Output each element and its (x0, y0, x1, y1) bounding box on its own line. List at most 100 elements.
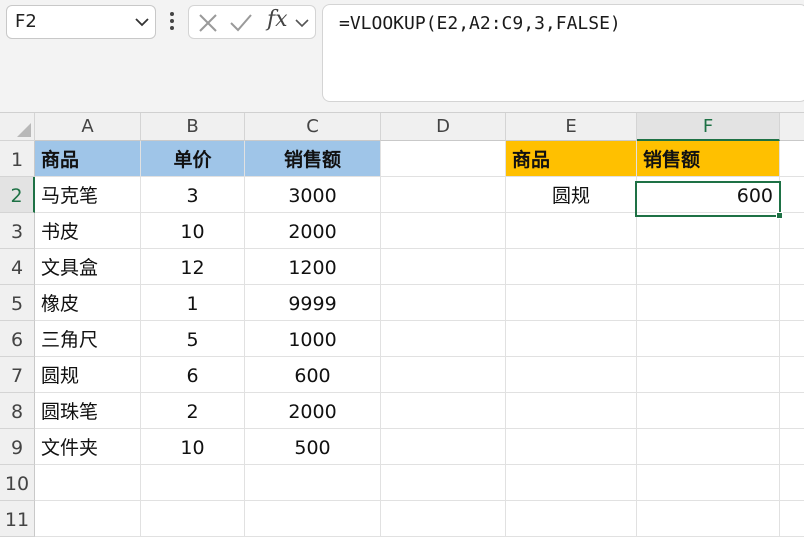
cell-f7[interactable] (637, 357, 780, 393)
name-box[interactable]: F2 (6, 5, 156, 39)
row-header-7[interactable]: 7 (0, 357, 35, 393)
row-header-9[interactable]: 9 (0, 429, 35, 465)
cell-a11[interactable] (35, 501, 141, 537)
cell-d2[interactable] (381, 177, 506, 213)
cell-f3[interactable] (637, 213, 780, 249)
cell-f2[interactable]: 600 (637, 177, 780, 213)
cell-b1[interactable]: 单价 (141, 141, 245, 177)
cell-d5[interactable] (381, 285, 506, 321)
cell-g4[interactable] (780, 249, 804, 285)
cell-b11[interactable] (141, 501, 245, 537)
cell-b2[interactable]: 3 (141, 177, 245, 213)
cell-f11[interactable] (637, 501, 780, 537)
cell-a6[interactable]: 三角尺 (35, 321, 141, 357)
row-header-6[interactable]: 6 (0, 321, 35, 357)
column-header-e[interactable]: E (506, 113, 637, 141)
cell-b10[interactable] (141, 465, 245, 501)
row-header-3[interactable]: 3 (0, 213, 35, 249)
cell-g9[interactable] (780, 429, 804, 465)
chevron-down-icon[interactable] (133, 12, 151, 32)
column-header-a[interactable]: A (35, 113, 141, 141)
cell-g10[interactable] (780, 465, 804, 501)
insert-function-button[interactable]: fx (267, 7, 288, 32)
cell-e9[interactable] (506, 429, 637, 465)
cell-a4[interactable]: 文具盒 (35, 249, 141, 285)
cell-e3[interactable] (506, 213, 637, 249)
row-header-8[interactable]: 8 (0, 393, 35, 429)
column-header-g[interactable] (780, 113, 804, 141)
worksheet-grid[interactable]: A B C D E F 1 2 3 4 5 6 7 8 9 10 11 商品 单… (0, 112, 804, 545)
cell-c4[interactable]: 1200 (245, 249, 381, 285)
cell-d1[interactable] (381, 141, 506, 177)
more-options-icon[interactable] (166, 9, 178, 33)
cell-f8[interactable] (637, 393, 780, 429)
cell-a7[interactable]: 圆规 (35, 357, 141, 393)
cell-e1[interactable]: 商品 (506, 141, 637, 177)
cell-e11[interactable] (506, 501, 637, 537)
row-header-2[interactable]: 2 (0, 177, 35, 213)
column-header-f[interactable]: F (637, 113, 780, 141)
row-header-11[interactable]: 11 (0, 501, 35, 537)
cell-a8[interactable]: 圆珠笔 (35, 393, 141, 429)
cell-d10[interactable] (381, 465, 506, 501)
cell-e8[interactable] (506, 393, 637, 429)
cell-g3[interactable] (780, 213, 804, 249)
cell-b7[interactable]: 6 (141, 357, 245, 393)
cell-c1[interactable]: 销售额 (245, 141, 381, 177)
cell-a5[interactable]: 橡皮 (35, 285, 141, 321)
cell-g7[interactable] (780, 357, 804, 393)
row-header-1[interactable]: 1 (0, 141, 35, 177)
cell-f5[interactable] (637, 285, 780, 321)
cell-f1[interactable]: 销售额 (637, 141, 780, 177)
select-all-corner[interactable] (0, 113, 35, 141)
cell-b5[interactable]: 1 (141, 285, 245, 321)
cell-d4[interactable] (381, 249, 506, 285)
cell-c11[interactable] (245, 501, 381, 537)
cell-e6[interactable] (506, 321, 637, 357)
cell-a1[interactable]: 商品 (35, 141, 141, 177)
cell-d8[interactable] (381, 393, 506, 429)
cell-g1[interactable] (780, 141, 804, 177)
formula-input[interactable]: =VLOOKUP(E2,A2:C9,3,FALSE) (322, 4, 804, 102)
column-header-d[interactable]: D (381, 113, 506, 141)
cell-f4[interactable] (637, 249, 780, 285)
cell-c7[interactable]: 600 (245, 357, 381, 393)
cell-d11[interactable] (381, 501, 506, 537)
cell-c8[interactable]: 2000 (245, 393, 381, 429)
cell-c10[interactable] (245, 465, 381, 501)
cell-c9[interactable]: 500 (245, 429, 381, 465)
cell-b3[interactable]: 10 (141, 213, 245, 249)
cell-c3[interactable]: 2000 (245, 213, 381, 249)
cell-f10[interactable] (637, 465, 780, 501)
column-header-c[interactable]: C (245, 113, 381, 141)
cell-g11[interactable] (780, 501, 804, 537)
column-header-b[interactable]: B (141, 113, 245, 141)
check-icon[interactable] (227, 10, 255, 36)
cell-e10[interactable] (506, 465, 637, 501)
cell-d7[interactable] (381, 357, 506, 393)
cell-e4[interactable] (506, 249, 637, 285)
row-header-4[interactable]: 4 (0, 249, 35, 285)
cancel-icon[interactable] (195, 10, 221, 36)
cell-g8[interactable] (780, 393, 804, 429)
cell-f9[interactable] (637, 429, 780, 465)
cell-c6[interactable]: 1000 (245, 321, 381, 357)
cell-d6[interactable] (381, 321, 506, 357)
chevron-down-icon[interactable] (293, 13, 311, 33)
cell-e7[interactable] (506, 357, 637, 393)
cell-d9[interactable] (381, 429, 506, 465)
cell-b6[interactable]: 5 (141, 321, 245, 357)
cell-b9[interactable]: 10 (141, 429, 245, 465)
cell-e2[interactable]: 圆规 (506, 177, 637, 213)
cell-c5[interactable]: 9999 (245, 285, 381, 321)
row-header-5[interactable]: 5 (0, 285, 35, 321)
fill-handle[interactable] (776, 212, 783, 219)
cell-c2[interactable]: 3000 (245, 177, 381, 213)
cell-g2[interactable] (780, 177, 804, 213)
cell-g6[interactable] (780, 321, 804, 357)
cell-b8[interactable]: 2 (141, 393, 245, 429)
cell-e5[interactable] (506, 285, 637, 321)
cell-a10[interactable] (35, 465, 141, 501)
row-header-10[interactable]: 10 (0, 465, 35, 501)
cell-b4[interactable]: 12 (141, 249, 245, 285)
